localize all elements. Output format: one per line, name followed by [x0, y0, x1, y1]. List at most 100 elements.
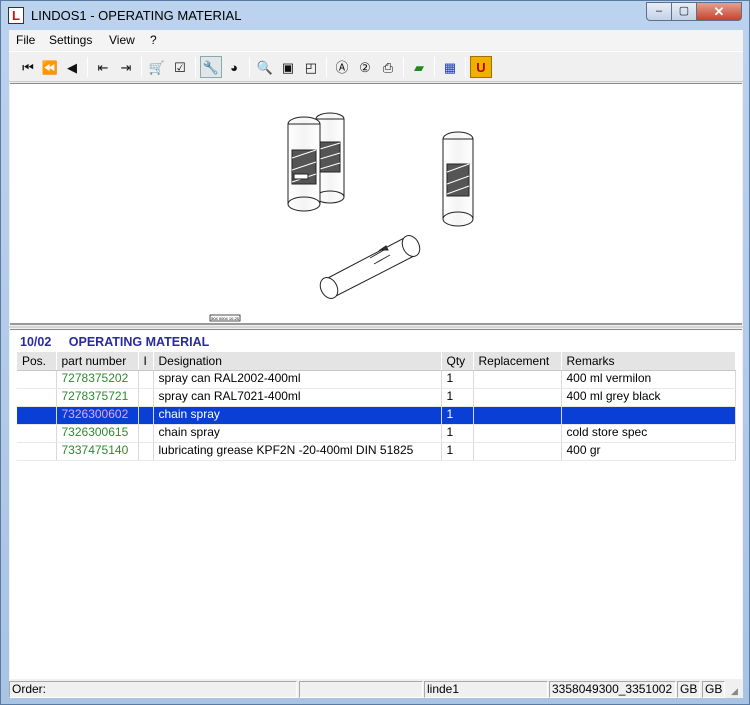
cell-qty: 1	[441, 388, 474, 407]
parts-illustration: 504 0004 10.25	[209, 112, 474, 322]
cart-icon[interactable]: 🛒	[146, 56, 168, 78]
menu-file[interactable]: File	[15, 33, 36, 47]
cell-remarks: 400 gr	[561, 442, 736, 461]
zoom-icon[interactable]: 🔍	[254, 56, 276, 78]
print-icon[interactable]: ⎙	[377, 56, 399, 78]
cell-part-number[interactable]: 7326300602	[56, 406, 139, 425]
status-language-2: GB	[702, 681, 725, 698]
cell-remarks: cold store spec	[561, 424, 736, 443]
u-icon[interactable]: U	[470, 56, 492, 78]
table-row[interactable]: 7337475140 lubricating grease KPF2N -20-…	[17, 442, 736, 461]
close-button[interactable]: ✕	[696, 2, 742, 21]
wrench-icon[interactable]: 🔧	[200, 56, 222, 78]
parts-list-panel: 10/02 OPERATING MATERIAL Pos. part numbe…	[10, 329, 742, 679]
parts-drawing-panel[interactable]: 504 0004 10.25	[10, 83, 742, 325]
cell-part-number[interactable]: 7337475140	[56, 442, 139, 461]
cell-replacement	[473, 370, 562, 389]
cell-designation: spray can RAL2002-400ml	[153, 370, 442, 389]
toolbar-separator	[87, 57, 88, 77]
app-icon[interactable]: L	[8, 7, 24, 24]
spray-can-right	[442, 131, 474, 227]
title-bar[interactable]: L LINDOS1 - OPERATING MATERIAL ‒ ▢ ✕	[1, 1, 749, 30]
status-field	[299, 681, 423, 698]
minimize-button[interactable]: ‒	[646, 2, 672, 21]
toolbar-separator	[403, 57, 404, 77]
group-title: OPERATING MATERIAL	[68, 335, 210, 349]
cell-i	[138, 388, 154, 407]
cell-i	[138, 424, 154, 443]
splitter[interactable]	[9, 326, 743, 328]
resize-grip-icon[interactable]: ◢	[731, 686, 741, 696]
search-a-icon[interactable]: Ⓐ	[331, 56, 353, 78]
toolbar-separator	[434, 57, 435, 77]
col-header-designation[interactable]: Designation	[153, 352, 442, 371]
cell-pos	[17, 424, 57, 443]
col-header-replacement[interactable]: Replacement	[473, 352, 562, 371]
status-language-1: GB	[677, 681, 700, 698]
toolbar-separator	[195, 57, 196, 77]
spray-can-front	[287, 116, 321, 212]
cell-pos	[17, 370, 57, 389]
blue-grid-icon[interactable]: ▦	[439, 56, 461, 78]
cell-i	[138, 370, 154, 389]
toolbar: ⏮ ⏪ ◀ ⇤ ⇥ 🛒 ☑ 🔧 ◕ 🔍 ▣ ◰ Ⓐ ② ⎙ ▰ ▦ U	[9, 51, 743, 82]
previous-icon[interactable]: ◀	[61, 56, 83, 78]
cell-designation: chain spray	[153, 406, 442, 425]
col-header-part-number[interactable]: part number	[56, 352, 139, 371]
cell-designation: spray can RAL7021-400ml	[153, 388, 442, 407]
cell-qty: 1	[441, 424, 474, 443]
cell-part-number[interactable]: 7278375721	[56, 388, 139, 407]
cell-replacement	[473, 442, 562, 461]
menu-bar: File Settings View ?	[9, 30, 743, 50]
page-corner-icon[interactable]: ◰	[300, 56, 322, 78]
toolbar-separator	[465, 57, 466, 77]
cell-pos	[17, 388, 57, 407]
globe-icon[interactable]: ◕	[223, 56, 245, 78]
table-row[interactable]: 7326300615 chain spray 1 cold store spec	[17, 424, 736, 443]
window-title: LINDOS1 - OPERATING MATERIAL	[31, 8, 242, 23]
cell-qty: 1	[441, 442, 474, 461]
table-row[interactable]: 7278375202 spray can RAL2002-400ml 1 400…	[17, 370, 736, 389]
table-row[interactable]: 7278375721 spray can RAL7021-400ml 1 400…	[17, 388, 736, 407]
cell-remarks	[561, 406, 736, 425]
cell-replacement	[473, 406, 562, 425]
maximize-button[interactable]: ▢	[671, 2, 697, 21]
first-icon[interactable]: ⏮	[17, 56, 39, 78]
toolbar-separator	[141, 57, 142, 77]
status-document: 3358049300_3351002	[549, 681, 676, 698]
cell-i	[138, 406, 154, 425]
group-number: 10/02	[20, 335, 52, 349]
application-window: L LINDOS1 - OPERATING MATERIAL ‒ ▢ ✕ Fil…	[0, 0, 750, 705]
col-header-qty[interactable]: Qty	[441, 352, 474, 371]
checklist-icon[interactable]: ☑	[169, 56, 191, 78]
grease-cartridge	[319, 235, 421, 299]
forward-page-icon[interactable]: ⇥	[115, 56, 137, 78]
col-header-pos[interactable]: Pos.	[17, 352, 57, 371]
table-row-selected[interactable]: 7326300602 chain spray 1	[17, 406, 736, 425]
menu-help[interactable]: ?	[149, 33, 158, 47]
col-header-remarks[interactable]: Remarks	[561, 352, 736, 371]
cell-part-number[interactable]: 7278375202	[56, 370, 139, 389]
rewind-icon[interactable]: ⏪	[39, 56, 61, 78]
group-header: 10/02 OPERATING MATERIAL	[20, 335, 209, 349]
cell-pos	[17, 406, 57, 425]
col-header-i[interactable]: I	[138, 352, 154, 371]
toolbar-separator	[326, 57, 327, 77]
cell-replacement	[473, 388, 562, 407]
cell-remarks: 400 ml grey black	[561, 388, 736, 407]
menu-settings[interactable]: Settings	[48, 33, 93, 47]
cell-remarks: 400 ml vermilon	[561, 370, 736, 389]
cell-part-number[interactable]: 7326300615	[56, 424, 139, 443]
back-page-icon[interactable]: ⇤	[92, 56, 114, 78]
green-book-icon[interactable]: ▰	[408, 56, 430, 78]
menu-view[interactable]: View	[108, 33, 136, 47]
search-2-icon[interactable]: ②	[354, 56, 376, 78]
page-icon[interactable]: ▣	[277, 56, 299, 78]
cell-designation: lubricating grease KPF2N -20-400ml DIN 5…	[153, 442, 442, 461]
status-order: Order:	[9, 681, 297, 698]
parts-table: Pos. part number I Designation Qty Repla…	[17, 352, 736, 461]
cell-pos	[17, 442, 57, 461]
cell-qty: 1	[441, 370, 474, 389]
cell-designation: chain spray	[153, 424, 442, 443]
cell-qty: 1	[441, 406, 474, 425]
